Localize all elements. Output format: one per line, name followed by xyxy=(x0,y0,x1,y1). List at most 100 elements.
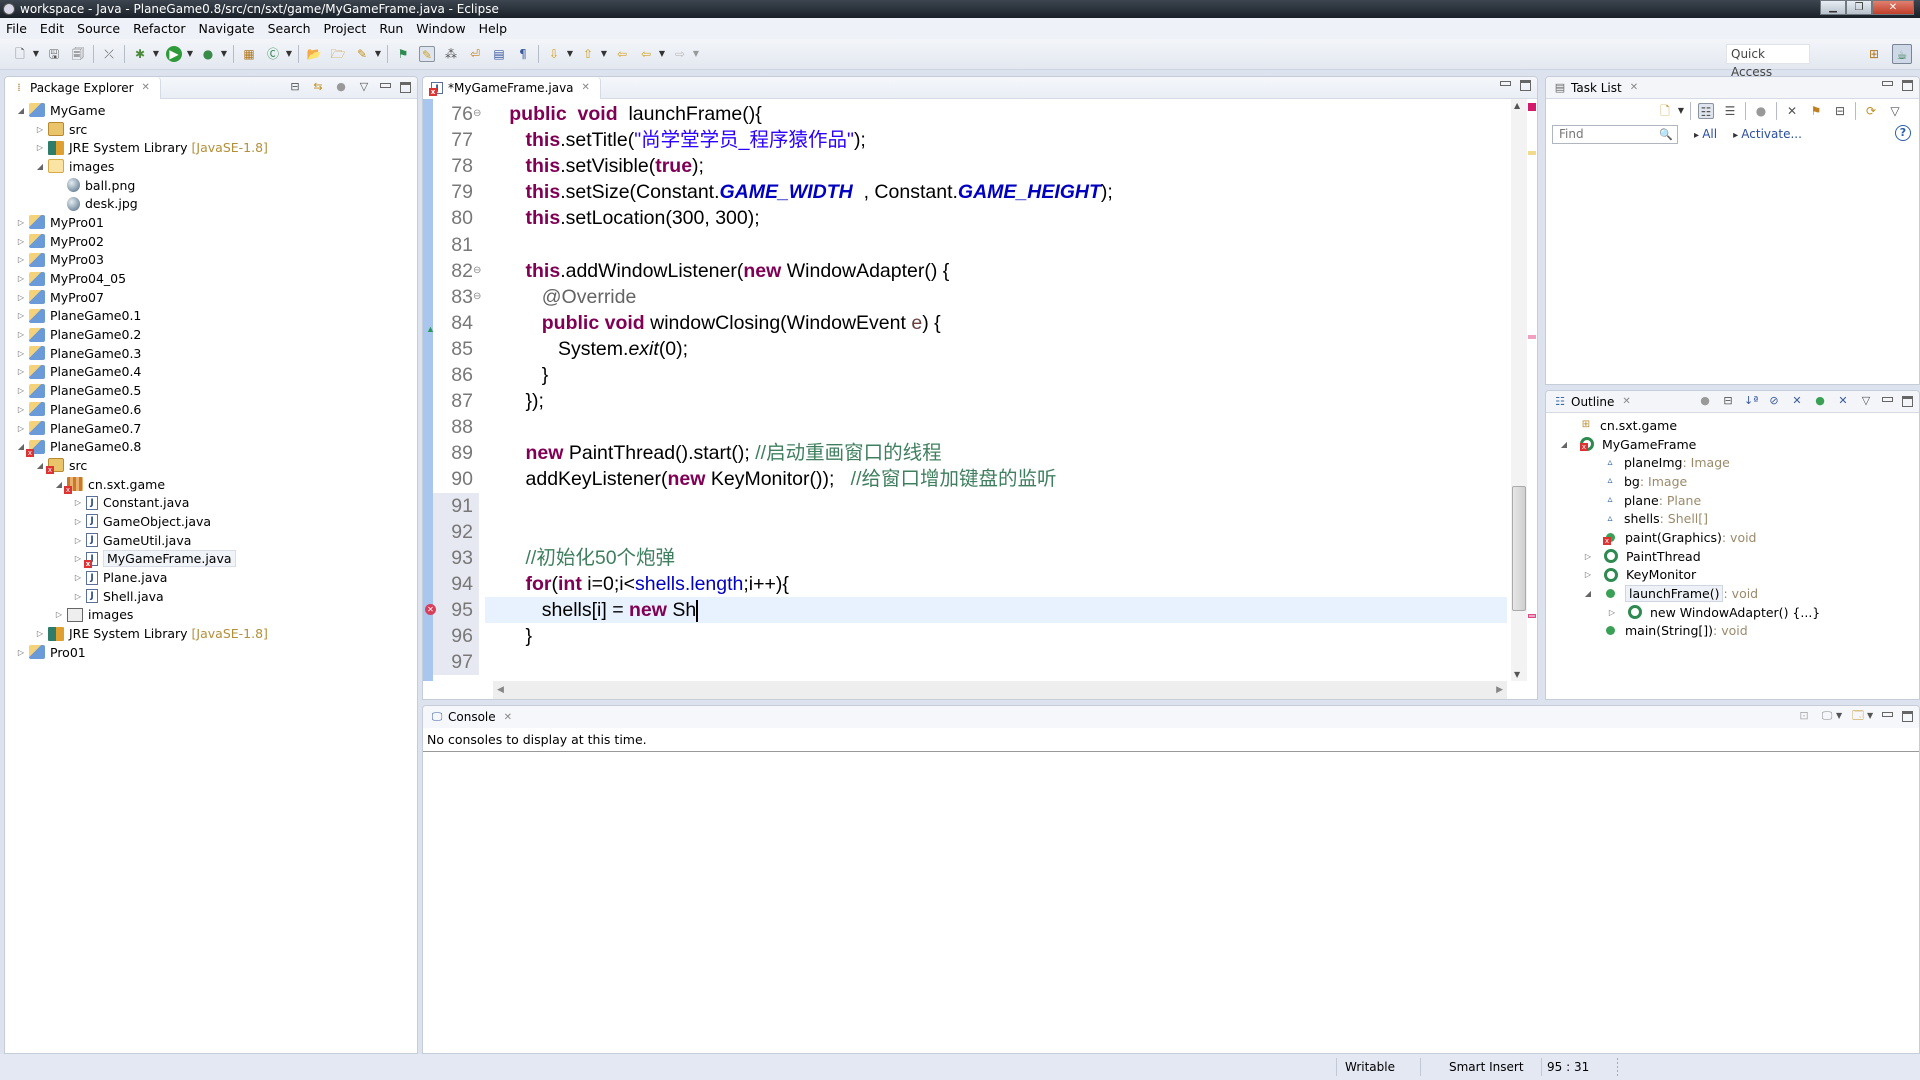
menu-run[interactable]: Run xyxy=(379,21,403,36)
code-line[interactable]: 76 ⊖ public void launchFrame(){ xyxy=(423,101,1507,127)
tab-outline[interactable]: ☷ Outline ✕ xyxy=(1546,391,1641,413)
new-java-project-icon[interactable]: ▦ xyxy=(241,46,257,62)
collapsed-arrow-icon[interactable]: ▷ xyxy=(15,293,27,302)
hide-fields-icon[interactable]: ⊘ xyxy=(1767,394,1781,408)
tree-item[interactable]: ▷ PlaneGame0.5 xyxy=(5,381,417,400)
quick-access-input[interactable]: Quick Access xyxy=(1726,44,1810,79)
tab-console[interactable]: 🖵 Console ✕ xyxy=(423,706,522,728)
block-selection-icon[interactable]: ⁂ xyxy=(443,46,459,62)
code-line[interactable]: 95 ✕ shells[i] = new Sh xyxy=(425,596,1507,623)
tree-item[interactable]: ▷ J Plane.java xyxy=(5,568,417,587)
open-perspective-icon[interactable]: ⊞ xyxy=(1864,44,1884,64)
tree-item[interactable]: ▷ Pro01 xyxy=(5,643,417,662)
tree-item[interactable]: ▷ src xyxy=(5,120,417,139)
tree-item[interactable]: ball.png xyxy=(5,176,417,195)
tab-task-list[interactable]: ▤ Task List ✕ xyxy=(1546,77,1648,99)
open-console-dropdown[interactable]: ▼ xyxy=(1867,709,1873,723)
fold-toggle-icon[interactable]: ⊖ xyxy=(473,258,481,284)
hide-completed-icon[interactable]: ✕ xyxy=(1784,103,1800,119)
focus-on-task-icon[interactable]: ● xyxy=(334,80,348,94)
collapsed-arrow-icon[interactable]: ▷ xyxy=(15,424,27,433)
minimize-button[interactable]: ▁ xyxy=(1820,0,1846,15)
scroll-right-icon[interactable]: ▶ xyxy=(1496,681,1503,699)
code-line[interactable]: 86 } xyxy=(423,362,1507,388)
display-console-icon[interactable]: 🖵 xyxy=(1820,709,1834,723)
tree-item[interactable]: desk.jpg xyxy=(5,194,417,213)
categorized-icon[interactable]: ☷ xyxy=(1698,103,1714,119)
maximize-icon[interactable] xyxy=(1902,710,1913,722)
expanded-arrow-icon[interactable]: ◢ xyxy=(1582,589,1594,598)
error-marker[interactable] xyxy=(1528,614,1536,618)
next-annotation-dropdown[interactable]: ▼ xyxy=(566,46,574,62)
close-button[interactable]: ✕ xyxy=(1872,0,1914,15)
find-input[interactable]: Find 🔍 xyxy=(1552,124,1678,144)
tree-item[interactable]: ◢PlaneGame0.8 xyxy=(5,437,417,457)
collapsed-arrow-icon[interactable]: ▷ xyxy=(1582,552,1594,561)
tree-item[interactable]: ◢cn.sxt.game xyxy=(5,475,417,495)
close-icon[interactable]: ✕ xyxy=(504,712,512,723)
tree-item[interactable]: ▷ PlaneGame0.7 xyxy=(5,419,417,438)
scheduled-icon[interactable]: ☰ xyxy=(1722,103,1738,119)
tree-item[interactable]: ▷ MyPro01 xyxy=(5,213,417,232)
tree-item[interactable]: ▷ PlaneGame0.1 xyxy=(5,307,417,326)
show-source-only-icon[interactable]: ▤ xyxy=(491,46,507,62)
fold-toggle-icon[interactable]: ⊖ xyxy=(473,101,481,127)
status-insert-mode[interactable]: Smart Insert xyxy=(1449,1060,1524,1074)
next-annotation-icon[interactable]: ⇩ xyxy=(546,46,562,62)
new-dropdown[interactable]: ▼ xyxy=(32,46,40,62)
minimize-icon[interactable] xyxy=(1500,81,1511,86)
close-icon[interactable]: ✕ xyxy=(142,82,150,93)
collapse-all-icon[interactable]: ⊟ xyxy=(1832,103,1848,119)
collapsed-arrow-icon[interactable]: ▷ xyxy=(72,573,84,582)
collapsed-arrow-icon[interactable]: ▷ xyxy=(34,629,46,638)
code-line[interactable]: 79 this.setSize(Constant.GAME_WIDTH , Co… xyxy=(423,179,1507,205)
close-icon[interactable]: ✕ xyxy=(1622,396,1630,407)
view-menu-icon[interactable]: ▽ xyxy=(1887,103,1903,119)
minimize-icon[interactable] xyxy=(1882,81,1893,86)
java-perspective-icon[interactable]: ☕ xyxy=(1892,44,1912,64)
scroll-down-icon[interactable]: ▼ xyxy=(1514,670,1520,679)
tree-item[interactable]: ◢ images xyxy=(5,157,417,176)
collapsed-arrow-icon[interactable]: ▷ xyxy=(72,592,84,601)
activate-link[interactable]: Activate... xyxy=(1733,127,1802,141)
code-editor[interactable]: 76 ⊖ public void launchFrame(){77 this.se… xyxy=(423,99,1507,681)
previous-annotation-icon[interactable]: ⇧ xyxy=(580,46,596,62)
forward-dropdown[interactable]: ▼ xyxy=(692,46,700,62)
close-icon[interactable]: ✕ xyxy=(582,82,590,93)
code-line[interactable]: 89 new PaintThread().start(); //启动重画窗口的线… xyxy=(423,440,1507,466)
view-menu-icon[interactable]: ▽ xyxy=(1859,394,1873,408)
code-line[interactable]: 81 xyxy=(423,232,1507,258)
all-link[interactable]: All xyxy=(1694,127,1717,141)
collapsed-arrow-icon[interactable]: ▷ xyxy=(15,311,27,320)
collapsed-arrow-icon[interactable]: ▷ xyxy=(72,498,84,507)
open-type-icon[interactable]: 📂 xyxy=(306,46,322,62)
code-line[interactable]: 97 xyxy=(423,649,1507,676)
tree-item[interactable]: ▷ J GameUtil.java xyxy=(5,531,417,550)
outline-item[interactable]: ▵ shells : Shell[] xyxy=(1546,509,1919,528)
new-task-icon[interactable]: 🗋 xyxy=(1657,103,1673,119)
outline-item[interactable]: ◢ launchFrame() : void xyxy=(1546,584,1919,603)
focus-on-task-icon[interactable]: ● xyxy=(1698,394,1712,408)
error-marker-icon[interactable]: ✕ xyxy=(425,603,436,615)
code-line[interactable]: 83 ⊖ @Override xyxy=(423,284,1507,310)
tree-item[interactable]: ▷ PlaneGame0.6 xyxy=(5,400,417,419)
outline-item[interactable]: ⊞ cn.sxt.game xyxy=(1546,416,1919,435)
external-tools-dropdown[interactable]: ▼ xyxy=(220,46,228,62)
error-marker[interactable] xyxy=(1528,335,1536,339)
outline-item[interactable]: ▷ new WindowAdapter() {...} xyxy=(1546,603,1919,622)
show-tasks-ui-legend-icon[interactable]: ⚑ xyxy=(1808,103,1824,119)
collapsed-arrow-icon[interactable]: ▷ xyxy=(15,367,27,376)
pin-console-icon[interactable]: ⊡ xyxy=(1797,709,1811,723)
code-line[interactable]: 96 } xyxy=(423,623,1507,649)
new-icon[interactable]: 🗋 xyxy=(12,46,28,62)
collapsed-arrow-icon[interactable]: ▷ xyxy=(15,349,27,358)
code-line[interactable]: 94 for(int i=0;i<shells.length;i++){ xyxy=(423,570,1507,597)
debug-icon[interactable]: ✱ xyxy=(132,46,148,62)
maximize-icon[interactable] xyxy=(400,81,411,93)
collapsed-arrow-icon[interactable]: ▷ xyxy=(1582,570,1594,579)
expanded-arrow-icon[interactable]: ◢ xyxy=(1558,440,1570,449)
show-whitespace-icon[interactable]: ¶ xyxy=(515,46,531,62)
expanded-arrow-icon[interactable]: ◢ xyxy=(34,162,46,171)
code-line[interactable]: 77 this.setTitle("尚学堂学员_程序猿作品"); xyxy=(423,127,1507,153)
error-summary-marker[interactable] xyxy=(1528,103,1536,111)
